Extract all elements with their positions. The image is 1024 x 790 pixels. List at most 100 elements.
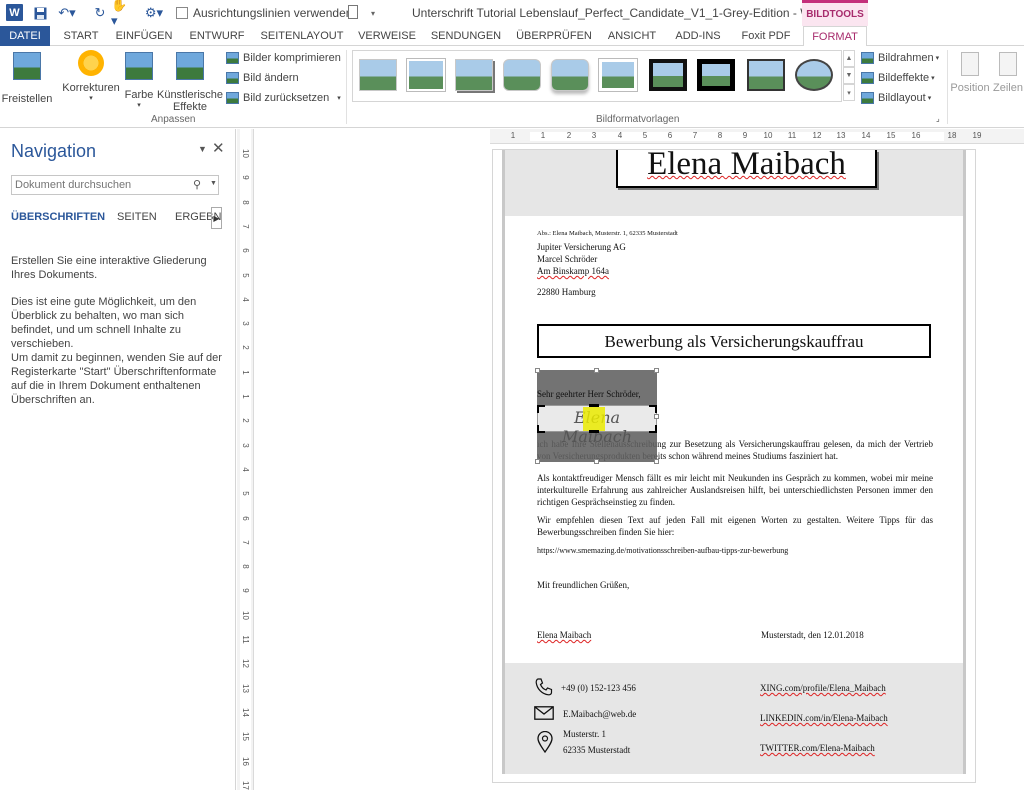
zeilenumbruch-button[interactable]: Zeilen (992, 52, 1024, 94)
undo-icon[interactable]: ↶▾ (56, 4, 78, 22)
sender-line[interactable]: Abs.: Elena Maibach, Musterstr. 1, 62335… (537, 230, 678, 237)
tab-verweise[interactable]: VERWEISE (356, 26, 418, 46)
picture-style-10[interactable] (795, 59, 833, 91)
vertical-ruler[interactable]: 10 9 8 7 6 5 4 3 2 1 1 2 3 4 5 6 7 8 9 10 11 12 13 14 15 16 17 (237, 129, 254, 790)
nav-search-box[interactable]: ⚲ ▼ (11, 175, 219, 195)
tab-seitenlayout[interactable]: SEITENLAYOUT (256, 26, 348, 46)
picture-style-8[interactable] (697, 59, 735, 91)
ruler-mark: 11 (787, 131, 797, 140)
picture-style-1[interactable] (359, 59, 397, 91)
crop-handle-bottom-right-icon[interactable] (649, 425, 657, 433)
picture-style-6[interactable] (599, 59, 637, 91)
nav-tabs-more-icon[interactable]: ▶ (211, 207, 222, 229)
nav-close-icon[interactable]: ✕ (212, 139, 225, 157)
freistellen-button[interactable]: Freistellen (2, 50, 52, 105)
picture-style-9[interactable] (747, 59, 785, 91)
ruler-mark: 14 (861, 131, 871, 140)
resize-handle-icon[interactable] (535, 459, 540, 464)
picture-style-2[interactable] (407, 59, 445, 91)
tab-foxit-pdf[interactable]: Foxit PDF (734, 26, 798, 46)
quick-access-dropdown-icon[interactable]: ▾ (368, 4, 378, 22)
picture-style-7[interactable] (649, 59, 687, 91)
bildlayout-dropdown-icon: ▾ (927, 95, 932, 102)
recipient-person[interactable]: Marcel Schröder (537, 254, 597, 264)
kuenstlerische-effekte-button[interactable]: Künstlerische Effekte (157, 50, 223, 113)
resize-handle-icon[interactable] (594, 368, 599, 373)
corrections-icon (78, 50, 104, 76)
picture-style-3[interactable] (455, 59, 493, 91)
tab-format[interactable]: FORMAT (803, 26, 867, 47)
nav-tab-headings[interactable]: ÜBERSCHRIFTEN (11, 211, 105, 223)
bild-zuruecksetzen-button[interactable]: Bild zurücksetzen ▾ (226, 92, 341, 104)
crop-handle-top-icon[interactable] (589, 404, 599, 407)
bild-aendern-button[interactable]: Bild ändern (226, 72, 299, 84)
resize-handle-icon[interactable] (535, 368, 540, 373)
body-paragraph[interactable]: Wir empfehlen diesen Text auf jeden Fall… (537, 514, 933, 538)
subject-line: Bewerbung als Versicherungskauffrau (604, 332, 864, 351)
recipient-street[interactable]: Am Binskamp 164a (537, 266, 609, 276)
dialog-launcher-icon[interactable]: ⌟ (936, 114, 940, 123)
resize-handle-icon[interactable] (654, 414, 659, 419)
bilder-komprimieren-button[interactable]: Bilder komprimieren (226, 52, 341, 64)
guides-checkbox[interactable] (176, 7, 188, 19)
ruler-mark: 14 (241, 707, 250, 717)
nav-info-paragraph: Dies ist eine gute Möglichkeit, um den Ü… (11, 296, 197, 350)
korrekturen-label: Korrekturen (62, 82, 120, 94)
korrekturen-button[interactable]: Korrekturen ▾ (62, 50, 120, 102)
gallery-scroll-up-icon[interactable]: ▲ (843, 50, 855, 67)
crop-handle-bottom-left-icon[interactable] (537, 425, 545, 433)
crop-handle-top-left-icon[interactable] (537, 405, 545, 413)
crop-handle-bottom-icon[interactable] (589, 430, 599, 433)
nav-tab-pages[interactable]: SEITEN (117, 211, 157, 223)
resize-handle-icon[interactable] (594, 459, 599, 464)
redo-icon[interactable]: ↻ (92, 4, 108, 22)
bildrahmen-dropdown-icon: ▾ (935, 55, 940, 62)
wrap-text-icon (999, 52, 1017, 76)
ruler-mark: 6 (667, 131, 673, 140)
closing[interactable]: Mit freundlichen Grüßen, (537, 580, 629, 590)
search-icon[interactable]: ⚲ (193, 178, 201, 191)
recipient-city[interactable]: 22880 Hamburg (537, 287, 596, 297)
resize-handle-icon[interactable] (654, 368, 659, 373)
bildlayout-button[interactable]: Bildlayout ▾ (861, 92, 931, 104)
position-button[interactable]: Position (950, 52, 990, 94)
body-paragraph[interactable]: Als kontaktfreudiger Mensch fällt es mir… (537, 472, 933, 508)
new-document-icon[interactable] (348, 5, 358, 19)
resize-handle-icon[interactable] (654, 459, 659, 464)
signature-name[interactable]: Elena Maibach (537, 630, 591, 640)
document-page[interactable]: Elena Maibach Abs.: Elena Maibach, Muste… (492, 146, 976, 783)
picture-style-5[interactable] (551, 59, 589, 91)
recipient-company[interactable]: Jupiter Versicherung AG (537, 242, 626, 252)
touch-mode-icon[interactable]: ✋▾ (111, 0, 133, 28)
tips-link[interactable]: https://www.smemazing.de/motivationsschr… (537, 546, 788, 555)
tab-entwurf[interactable]: ENTWURF (186, 26, 248, 46)
tab-sendungen[interactable]: SENDUNGEN (428, 26, 504, 46)
nav-search-input[interactable] (15, 178, 185, 192)
envelope-icon (534, 706, 554, 723)
crop-handle-top-right-icon[interactable] (649, 405, 657, 413)
footer-email: E.Maibach@web.de (563, 709, 637, 719)
save-icon[interactable] (32, 4, 48, 22)
farbe-button[interactable]: Farbe ▾ (122, 50, 156, 109)
bildrahmen-button[interactable]: Bildrahmen ▾ (861, 52, 939, 64)
ruler-mark: 6 (241, 248, 250, 253)
subject-frame[interactable]: Bewerbung als Versicherungskauffrau (537, 324, 931, 358)
gallery-more-icon[interactable]: ▾ (843, 84, 855, 101)
nav-options-icon[interactable]: ▼ (198, 144, 207, 154)
tab-add-ins[interactable]: ADD-INS (670, 26, 726, 46)
tab-ansicht[interactable]: ANSICHT (602, 26, 662, 46)
ruler-mark: 10 (763, 131, 773, 140)
tab-ueberpruefen[interactable]: ÜBERPRÜFEN (512, 26, 596, 46)
gallery-scroll-down-icon[interactable]: ▼ (843, 67, 855, 84)
tab-einfuegen[interactable]: EINFÜGEN (112, 26, 176, 46)
tab-start[interactable]: START (55, 26, 107, 46)
picture-style-4[interactable] (503, 59, 541, 91)
place-date[interactable]: Musterstadt, den 12.01.2018 (761, 630, 864, 640)
greeting[interactable]: Sehr geehrter Herr Schröder, (537, 389, 641, 399)
search-dropdown-icon[interactable]: ▼ (210, 180, 217, 187)
bildeffekte-button[interactable]: Bildeffekte ▾ (861, 72, 935, 84)
horizontal-ruler[interactable]: 1 1 2 3 4 5 6 7 8 9 10 11 12 13 14 15 16 18 19 (490, 129, 1024, 144)
tab-datei[interactable]: DATEI (0, 26, 50, 46)
position-icon (961, 52, 979, 76)
customize-quick-access-icon[interactable]: ⚙▾ (142, 4, 166, 22)
